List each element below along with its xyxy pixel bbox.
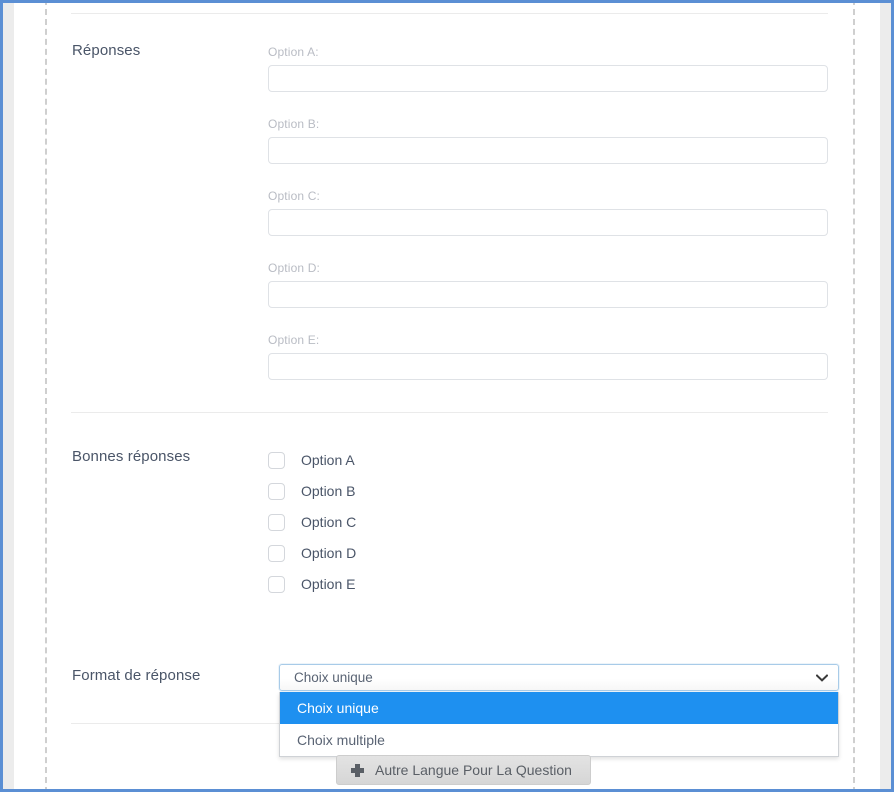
response-format-label: Format de réponse bbox=[72, 667, 201, 684]
checkbox-option-a-label: Option A bbox=[301, 452, 355, 468]
checkbox-option-b-label: Option B bbox=[301, 483, 356, 499]
browser-viewport: Réponses Option A: Option B: Option C: O… bbox=[0, 0, 894, 792]
correct-answers-section-label: Bonnes réponses bbox=[72, 448, 191, 465]
option-c-caption: Option C: bbox=[268, 189, 321, 203]
option-b-caption: Option B: bbox=[268, 117, 320, 131]
checkbox-option-d[interactable] bbox=[268, 544, 285, 562]
checkbox-option-d-label: Option D bbox=[301, 545, 357, 561]
response-format-select-wrap: Choix unique Choix unique Choix multiple bbox=[279, 664, 839, 757]
option-d-caption: Option D: bbox=[268, 261, 321, 275]
response-format-select[interactable]: Choix unique bbox=[279, 664, 839, 691]
answers-section-label: Réponses bbox=[72, 42, 141, 59]
option-a-input[interactable] bbox=[268, 65, 828, 92]
divider-top bbox=[71, 13, 828, 14]
option-c-input[interactable] bbox=[268, 209, 828, 236]
option-a-caption: Option A: bbox=[268, 45, 319, 59]
checkbox-row-option-c[interactable]: Option C bbox=[268, 513, 356, 531]
right-gutter bbox=[880, 3, 891, 789]
add-language-button-label: Autre Langue Pour La Question bbox=[375, 762, 572, 778]
option-b-input[interactable] bbox=[268, 137, 828, 164]
checkbox-option-c-label: Option C bbox=[301, 514, 357, 530]
checkbox-option-b[interactable] bbox=[268, 482, 285, 500]
checkbox-row-option-d[interactable]: Option D bbox=[268, 544, 356, 562]
checkbox-option-e-label: Option E bbox=[301, 576, 356, 592]
option-group-e: Option E: bbox=[268, 333, 828, 380]
response-format-dropdown[interactable]: Choix unique Choix multiple bbox=[279, 692, 839, 757]
form-content: Réponses Option A: Option B: Option C: O… bbox=[14, 3, 880, 789]
dropdown-option-choix-unique[interactable]: Choix unique bbox=[280, 692, 838, 724]
checkbox-option-c[interactable] bbox=[268, 513, 285, 531]
dropdown-option-choix-multiple[interactable]: Choix multiple bbox=[280, 724, 838, 756]
option-group-b: Option B: bbox=[268, 117, 828, 164]
option-group-d: Option D: bbox=[268, 261, 828, 308]
checkbox-row-option-a[interactable]: Option A bbox=[268, 451, 355, 469]
response-format-selected-value: Choix unique bbox=[294, 670, 373, 685]
checkbox-option-a[interactable] bbox=[268, 451, 285, 469]
option-group-c: Option C: bbox=[268, 189, 828, 236]
left-gutter bbox=[3, 3, 14, 789]
checkbox-row-option-e[interactable]: Option E bbox=[268, 575, 355, 593]
form-page: Réponses Option A: Option B: Option C: O… bbox=[14, 3, 880, 789]
option-group-a: Option A: bbox=[268, 45, 828, 92]
option-e-caption: Option E: bbox=[268, 333, 320, 347]
option-d-input[interactable] bbox=[268, 281, 828, 308]
plus-icon bbox=[351, 763, 364, 777]
add-language-button[interactable]: Autre Langue Pour La Question bbox=[336, 755, 591, 785]
chevron-down-icon[interactable] bbox=[816, 665, 828, 690]
divider-middle bbox=[71, 412, 828, 413]
option-e-input[interactable] bbox=[268, 353, 828, 380]
checkbox-option-e[interactable] bbox=[268, 575, 285, 593]
checkbox-row-option-b[interactable]: Option B bbox=[268, 482, 355, 500]
